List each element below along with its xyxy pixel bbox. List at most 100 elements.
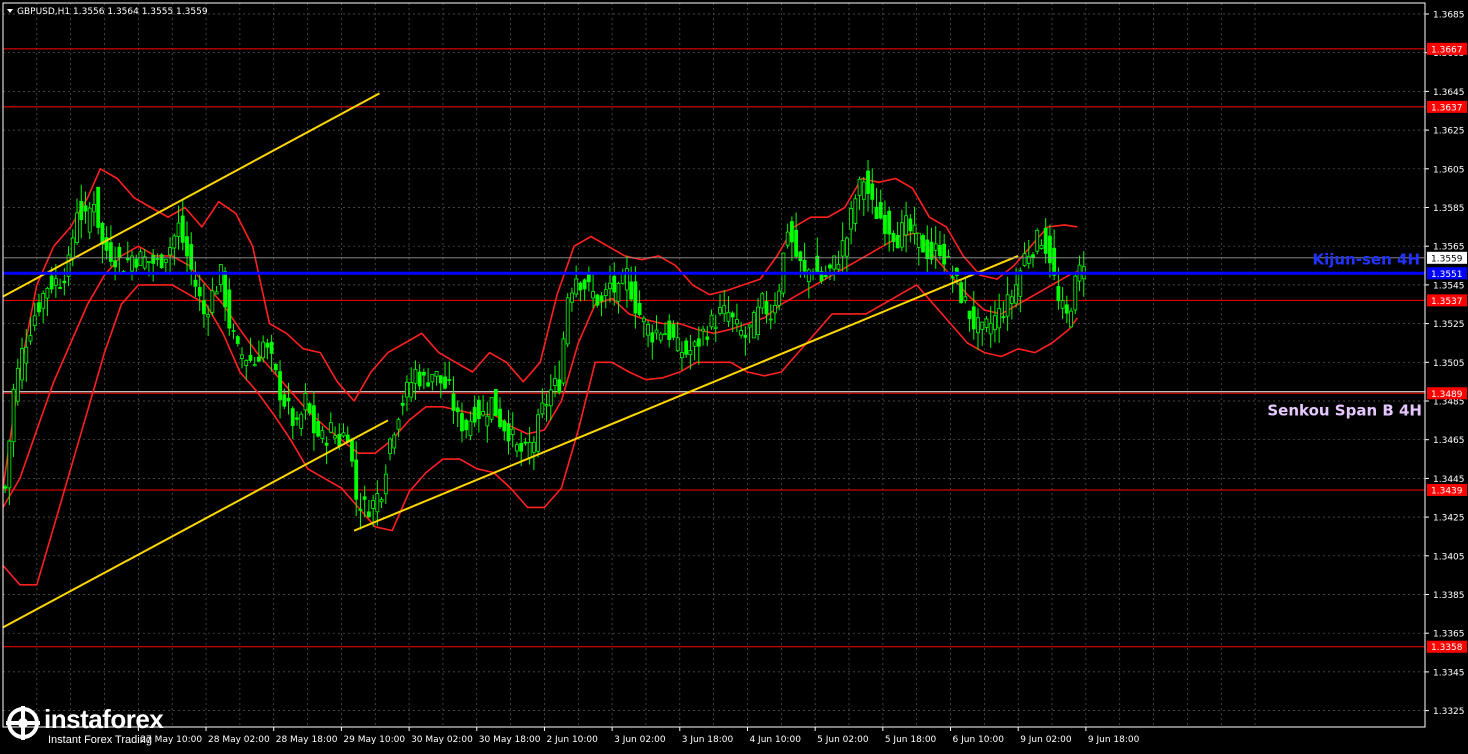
- y-tick-label: 1.3525: [1433, 320, 1465, 330]
- candle-body: [341, 432, 346, 437]
- candle-body: [904, 215, 909, 236]
- y-tick-label: 1.3625: [1433, 127, 1465, 137]
- candle-body: [586, 273, 591, 283]
- candle-body: [421, 371, 426, 376]
- candle-body: [591, 291, 595, 299]
- candle-body: [464, 419, 469, 431]
- y-tick-label: 1.3385: [1433, 591, 1465, 601]
- candle-body: [942, 243, 947, 265]
- candle-body: [988, 322, 993, 335]
- candle-body: [540, 402, 545, 415]
- candle-body: [130, 255, 134, 272]
- candle-body: [375, 493, 380, 513]
- candle-body: [366, 511, 371, 518]
- candle-body: [599, 295, 604, 302]
- candle-body: [1052, 247, 1057, 276]
- candle-body: [214, 291, 219, 295]
- x-tick-label: 4 Jun 10:00: [749, 735, 801, 745]
- x-tick-label: 29 May 10:00: [343, 735, 405, 745]
- candle-body: [743, 334, 748, 338]
- candle-body: [1043, 227, 1048, 254]
- candle-body: [739, 330, 744, 336]
- candle-body: [768, 318, 773, 321]
- candle-body: [163, 258, 168, 263]
- candle-body: [159, 254, 164, 269]
- candle-body: [290, 408, 295, 426]
- candle-body: [696, 338, 701, 347]
- candle-body: [299, 413, 304, 429]
- candle-body: [142, 256, 147, 269]
- candle-body: [324, 442, 329, 446]
- candle-body: [117, 246, 122, 258]
- candle-body: [536, 414, 540, 452]
- candle-body: [967, 310, 972, 320]
- candle-body: [240, 354, 244, 359]
- candle-body: [37, 302, 41, 313]
- y-tick-label: 1.3445: [1433, 475, 1465, 485]
- candle-body: [197, 287, 202, 297]
- candle-body: [633, 281, 638, 314]
- candle-body: [929, 241, 934, 260]
- candle-body: [1026, 255, 1031, 264]
- y-tick-label: 1.3685: [1433, 11, 1465, 21]
- y-tick-label: 1.3565: [1433, 243, 1465, 253]
- candle-body: [515, 444, 519, 452]
- x-tick-label: 3 Jun 02:00: [614, 735, 666, 745]
- candle-body: [460, 413, 464, 432]
- candle-body: [210, 290, 215, 313]
- candle-body: [328, 422, 333, 433]
- candle-body: [815, 255, 820, 273]
- candle-body: [836, 263, 841, 270]
- candle-body: [193, 279, 198, 287]
- candle-body: [789, 221, 794, 243]
- candle-body: [1060, 300, 1065, 309]
- candle-body: [874, 206, 879, 219]
- candle-body: [83, 205, 88, 212]
- candle-body: [430, 373, 435, 383]
- candle-body: [87, 207, 92, 233]
- candle-body: [434, 371, 439, 377]
- level-price-tag: 1.3637: [1431, 103, 1463, 113]
- candle-body: [278, 371, 282, 401]
- candle-body: [261, 341, 266, 359]
- candle-body: [828, 264, 832, 269]
- candle-body: [773, 305, 777, 314]
- kijun-sen-label: Kijun-sen 4H: [1313, 250, 1420, 268]
- candle-body: [443, 376, 447, 389]
- candle-body: [1009, 296, 1014, 304]
- candle-body: [997, 308, 1002, 329]
- y-tick-label: 1.3545: [1433, 281, 1465, 291]
- candle-body: [451, 393, 456, 411]
- candle-body: [405, 381, 409, 398]
- candle-body: [316, 421, 321, 437]
- candle-body: [413, 368, 418, 384]
- candle-body: [582, 279, 587, 290]
- candle-body: [379, 498, 384, 503]
- x-tick-label: 6 Jun 10:00: [953, 735, 1005, 745]
- chart-header: GBPUSD,H1 1.3556 1.3564 1.3555 1.3559: [7, 7, 208, 17]
- candle-body: [481, 411, 486, 416]
- candle-body: [802, 259, 807, 272]
- candle-body: [252, 364, 257, 367]
- candle-body: [472, 406, 477, 423]
- candle-body: [493, 389, 498, 416]
- price-chart[interactable]: 1.36851.36651.36451.36251.36051.35851.35…: [0, 0, 1468, 750]
- candle-body: [925, 239, 930, 260]
- candle-body: [684, 340, 689, 355]
- candle-body: [574, 278, 579, 295]
- candle-body: [49, 275, 54, 290]
- candle-body: [565, 297, 570, 345]
- candle-body: [172, 235, 177, 249]
- candle-body: [79, 200, 84, 221]
- candle-body: [878, 201, 883, 219]
- symbol-label: GBPUSD,H1: [17, 7, 70, 17]
- y-tick-label: 1.3325: [1433, 707, 1465, 717]
- candle-body: [371, 500, 376, 509]
- candle-body: [257, 356, 261, 362]
- watermark-tagline: Instant Forex Trading: [48, 734, 152, 746]
- candle-body: [32, 315, 37, 327]
- candle-body: [1056, 286, 1061, 302]
- candle-body: [908, 218, 913, 232]
- chart-canvas[interactable]: 1.36851.36651.36451.36251.36051.35851.35…: [0, 0, 1468, 750]
- candle-body: [113, 260, 117, 268]
